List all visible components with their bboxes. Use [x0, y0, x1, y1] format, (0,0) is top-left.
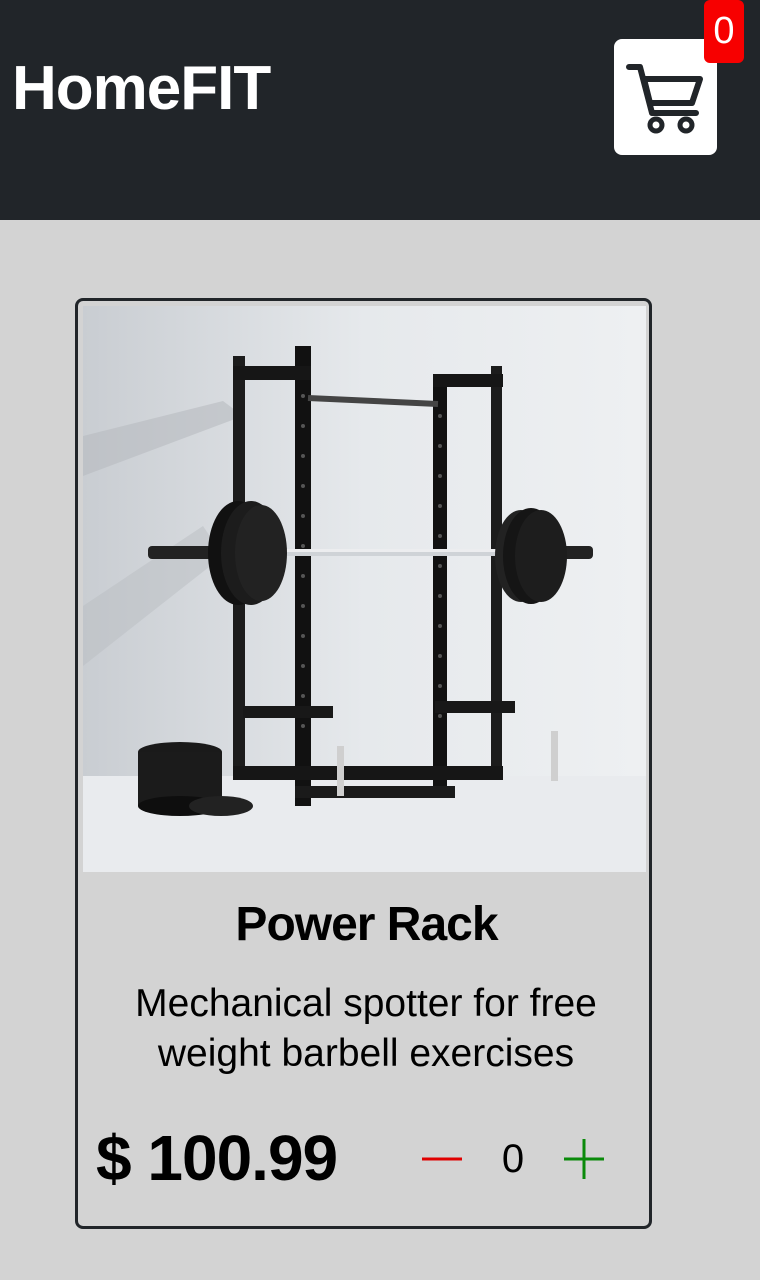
- navbar: HomeFIT 0: [0, 0, 760, 220]
- decrease-quantity-button[interactable]: [418, 1129, 466, 1189]
- cart-button[interactable]: [614, 39, 717, 155]
- product-image: [83, 306, 646, 872]
- plus-icon: [564, 1139, 604, 1179]
- cart-count-badge: 0: [704, 0, 744, 63]
- brand-logo[interactable]: HomeFIT: [12, 58, 271, 120]
- minus-icon: [422, 1157, 462, 1161]
- product-title: Power Rack: [235, 898, 498, 951]
- increase-quantity-button[interactable]: [560, 1129, 608, 1189]
- shopping-cart-icon: [626, 64, 703, 134]
- quantity-stepper: 0: [418, 1129, 618, 1189]
- product-description: Mechanical spotter for free weight barbe…: [135, 982, 597, 1075]
- product-price: $ 100.99: [96, 1122, 338, 1194]
- quantity-value: 0: [501, 1137, 525, 1181]
- product-card: Power Rack Mechanical spotter for free w…: [75, 298, 652, 1229]
